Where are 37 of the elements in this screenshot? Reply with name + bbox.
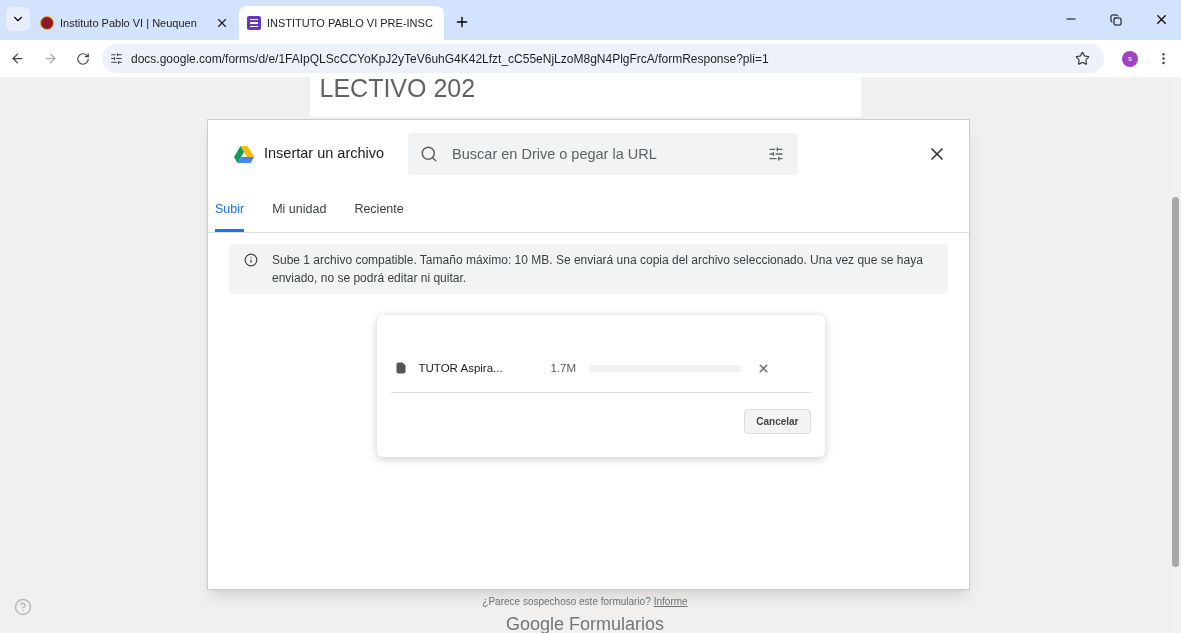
forms-icon [247,16,261,30]
cancel-button[interactable]: Cancelar [744,408,811,434]
browser-tab[interactable]: INSTITUTO PABLO VI PRE-INSC [239,6,444,40]
notice-text: Sube 1 archivo compatible. Tamaño máximo: 10 MB. Se enviará una copia del archivo seleccionado. Una vez que se haya enviado, no se podrá editar ni quitar. [272,251,924,287]
bookmark-icon[interactable] [1075,51,1090,66]
address-bar[interactable]: docs.google.com/forms/d/e/1FAIpQLScCCYoKpJ2yTeV6uhG4K42Lfzt_cC55eNjLzoM8gN4PlgFrcA/formResponse?pli=1 [102,44,1104,73]
new-tab-icon[interactable] [454,14,470,30]
profile-avatar[interactable]: s [1122,50,1138,67]
tab-title: Instituto Pablo VI | Neuquen [60,15,198,31]
back-icon[interactable] [10,51,25,66]
footer-logo: Google Formularios [505,615,665,633]
browser-tab[interactable]: Instituto Pablo VI | Neuquen [32,6,237,40]
picker-tab[interactable]: Mi unidad [272,188,327,232]
dialog-title: Insertar un archivo [264,144,385,164]
cancel-upload-icon[interactable] [756,361,770,375]
restore-icon[interactable] [1110,14,1122,26]
search-icon [420,145,439,163]
file-icon [394,362,407,375]
reload-icon[interactable] [76,51,90,66]
file-size: 1.7M [550,360,578,376]
form-heading: LECTIVO 202 [319,77,477,99]
tab-list-button[interactable] [6,7,30,31]
picker-tab[interactable]: Reciente [354,188,404,232]
report-text: ¿Parece sospechoso este formulario? [482,595,651,609]
file-name: TUTOR Aspira... [418,360,504,376]
site-info-icon[interactable] [110,52,123,65]
site-logo-icon [40,16,54,30]
info-icon [244,252,258,267]
report-link[interactable]: Informe [653,594,688,609]
search-field[interactable]: Buscar en Drive o pegar la URL [408,133,799,175]
close-icon[interactable] [215,16,229,30]
drive-logo-icon [234,145,254,163]
filter-icon[interactable] [768,146,785,162]
url-text: docs.google.com/forms/d/e/1FAIpQLScCCYoKpJ2yTeV6uhG4K42Lfzt_cC55eNjLzoM8gN4PlgFrcA/formResponse?pli=1 [131,50,770,68]
close-window-icon[interactable] [1154,12,1169,27]
picker-tab[interactable]: Subir [215,188,245,232]
tab-title: INSTITUTO PABLO VI PRE-INSC [267,15,433,31]
